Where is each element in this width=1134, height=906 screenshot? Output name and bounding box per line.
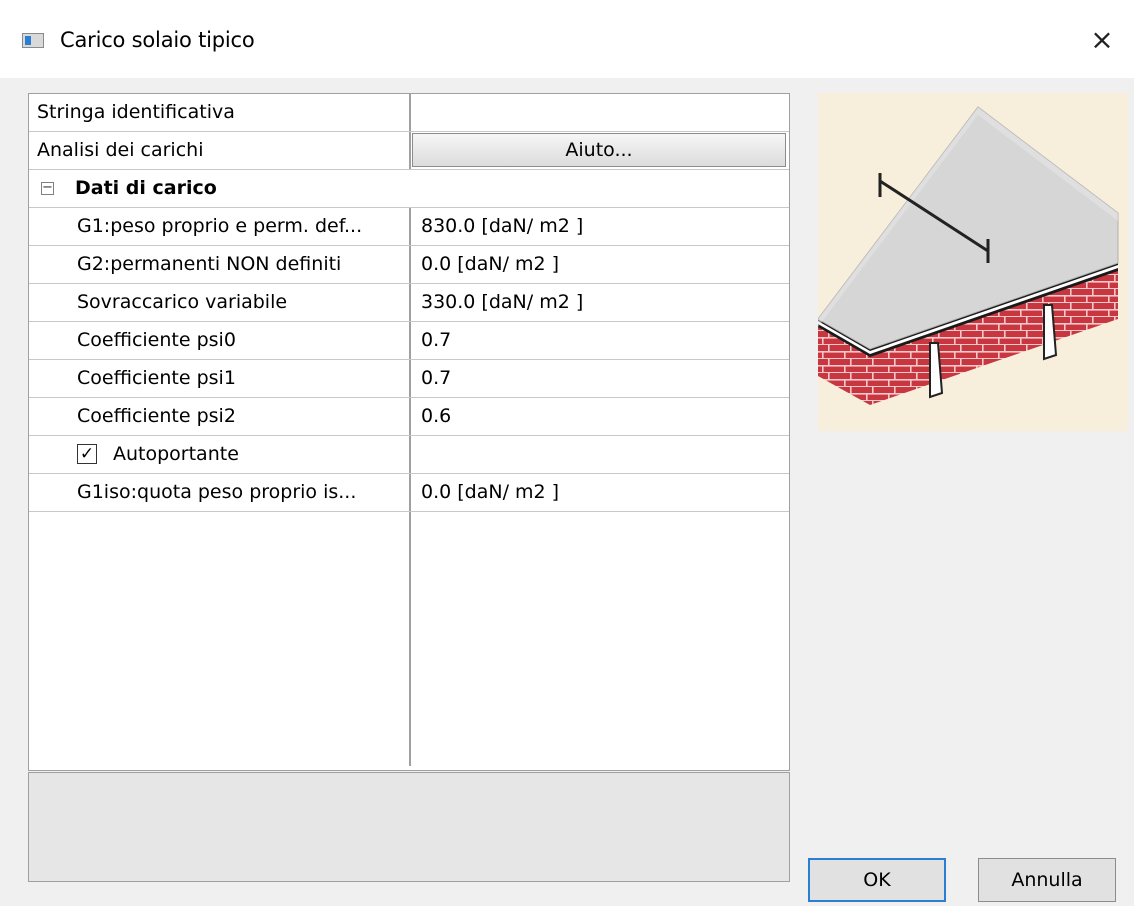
- category-label: Dati di carico: [75, 177, 217, 199]
- property-grid: Stringa identificativa Analisi dei caric…: [28, 93, 790, 771]
- close-button[interactable]: ×: [1082, 22, 1122, 58]
- property-name: Coefficiente psi0: [77, 329, 236, 351]
- property-value-input[interactable]: 330.0 [daN/ m2 ]: [421, 284, 781, 321]
- floor-slab-preview: [818, 93, 1128, 431]
- description-panel: [28, 772, 790, 882]
- property-value-input[interactable]: 0.0 [daN/ m2 ]: [421, 474, 781, 511]
- property-name: Coefficiente psi2: [77, 405, 236, 427]
- checkbox-label: Autoportante: [113, 443, 239, 465]
- autoportante-checkbox[interactable]: ✓: [77, 444, 97, 464]
- grid-row-psi1[interactable]: Coefficiente psi1 0.7: [29, 360, 789, 398]
- property-value-input[interactable]: 0.7: [421, 360, 781, 397]
- grid-row-stringa[interactable]: Stringa identificativa: [29, 94, 789, 132]
- help-button[interactable]: Aiuto...: [412, 133, 786, 167]
- grid-row-psi2[interactable]: Coefficiente psi2 0.6: [29, 398, 789, 436]
- property-name: G2:permanenti NON definiti: [77, 253, 342, 275]
- floor-slab-icon: [818, 106, 1119, 405]
- property-name: Stringa identificativa: [37, 101, 235, 123]
- property-value-input[interactable]: 830.0 [daN/ m2 ]: [421, 208, 781, 245]
- grid-row-sovraccarico[interactable]: Sovraccarico variabile 330.0 [daN/ m2 ]: [29, 284, 789, 322]
- grid-row-g2[interactable]: G2:permanenti NON definiti 0.0 [daN/ m2 …: [29, 246, 789, 284]
- window-title: Carico solaio tipico: [60, 28, 255, 52]
- grid-row-psi0[interactable]: Coefficiente psi0 0.7: [29, 322, 789, 360]
- ok-button[interactable]: OK: [808, 858, 946, 902]
- grid-row-autoportante: ✓ Autoportante: [29, 436, 789, 474]
- category-dati-di-carico[interactable]: − Dati di carico: [29, 170, 789, 208]
- property-value-input[interactable]: 0.6: [421, 398, 781, 435]
- property-name: G1:peso proprio e perm. def...: [77, 215, 363, 237]
- window-app-icon: [22, 33, 44, 48]
- property-name: Coefficiente psi1: [77, 367, 236, 389]
- property-value-input[interactable]: 0.7: [421, 322, 781, 359]
- grid-row-analisi: Analisi dei carichi Aiuto...: [29, 132, 789, 170]
- cancel-button[interactable]: Annulla: [978, 858, 1116, 902]
- property-name: Analisi dei carichi: [37, 139, 204, 161]
- grid-row-g1iso[interactable]: G1iso:quota peso proprio is... 0.0 [daN/…: [29, 474, 789, 512]
- collapse-icon[interactable]: −: [41, 181, 54, 195]
- property-name: G1iso:quota peso proprio is...: [77, 481, 357, 503]
- property-value-input[interactable]: 0.0 [daN/ m2 ]: [421, 246, 781, 283]
- property-value-input[interactable]: [421, 94, 781, 131]
- property-name: Sovraccarico variabile: [77, 291, 288, 313]
- grid-row-g1[interactable]: G1:peso proprio e perm. def... 830.0 [da…: [29, 208, 789, 246]
- title-bar: Carico solaio tipico ×: [0, 0, 1134, 78]
